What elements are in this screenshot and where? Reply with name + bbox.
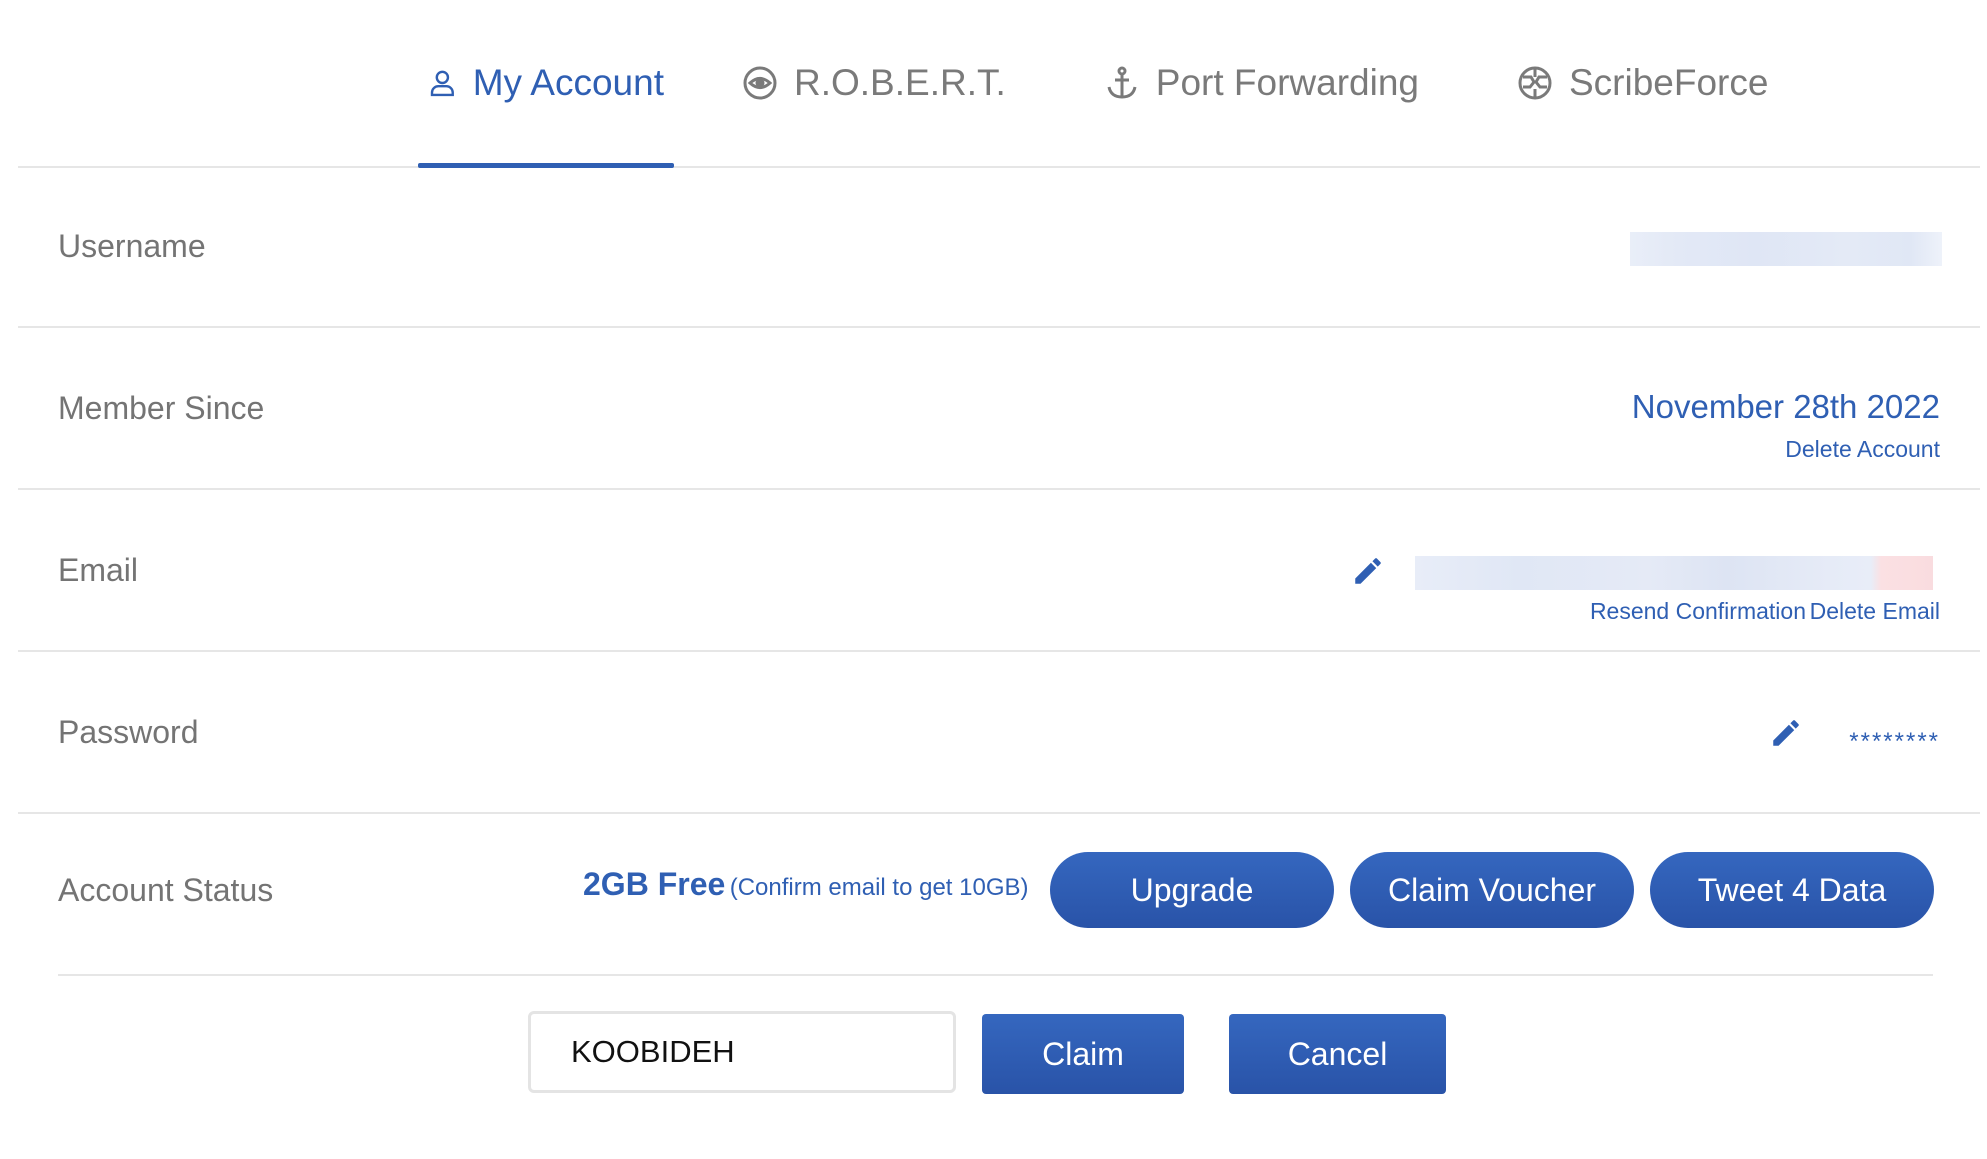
- plan-note: (Confirm email to get 10GB): [729, 874, 1029, 901]
- tab-scribeforce[interactable]: ScribeForce: [1507, 0, 1778, 166]
- account-status-row: Account Status 2GB Free (Confirm email t…: [18, 814, 1980, 974]
- username-row: Username: [18, 166, 1980, 328]
- tab-label: ScribeForce: [1568, 62, 1769, 103]
- username-value-redacted: [1630, 232, 1942, 266]
- delete-account-link[interactable]: Delete Account: [1785, 436, 1940, 463]
- password-row: Password ********: [18, 652, 1980, 814]
- username-label: Username: [58, 228, 206, 264]
- globe-icon: [1518, 66, 1552, 100]
- account-status-label: Account Status: [58, 872, 274, 908]
- tab-robert[interactable]: R.O.B.E.R.T.: [732, 0, 1016, 166]
- tab-bar: My Account R.O.B.E.R.T. Port Forwarding: [18, 0, 1980, 168]
- member-since-label: Member Since: [58, 390, 265, 426]
- email-value-redacted: [1415, 556, 1933, 590]
- password-label: Password: [58, 714, 199, 750]
- password-masked-value: ********: [1849, 728, 1940, 755]
- edit-password-pencil-icon[interactable]: [1769, 716, 1803, 750]
- tab-label: R.O.B.E.R.T.: [794, 62, 1006, 103]
- delete-email-link[interactable]: Delete Email: [1810, 598, 1940, 625]
- resend-confirmation-link[interactable]: Resend Confirmation: [1590, 598, 1806, 625]
- user-icon: [430, 70, 454, 97]
- tab-list: My Account R.O.B.E.R.T. Port Forwarding: [418, 0, 1778, 168]
- plan-info: 2GB Free (Confirm email to get 10GB): [583, 866, 1029, 903]
- upgrade-button[interactable]: Upgrade: [1050, 852, 1334, 928]
- email-row: Email Resend Confirmation Delete Email: [18, 490, 1980, 652]
- anchor-icon: [1107, 66, 1137, 99]
- cancel-button[interactable]: Cancel: [1229, 1014, 1446, 1094]
- claim-button[interactable]: Claim: [982, 1014, 1184, 1094]
- member-since-row: Member Since November 28th 2022 Delete A…: [18, 328, 1980, 490]
- email-label: Email: [58, 552, 139, 588]
- tab-port-forwarding[interactable]: Port Forwarding: [1094, 0, 1429, 166]
- tweet-4-data-button[interactable]: Tweet 4 Data: [1650, 852, 1934, 928]
- member-since-value: November 28th 2022: [1631, 388, 1940, 425]
- divider: [58, 974, 1933, 976]
- edit-email-pencil-icon[interactable]: [1351, 554, 1385, 588]
- voucher-code-input[interactable]: [528, 1011, 956, 1093]
- tab-label: My Account: [472, 62, 664, 103]
- tab-label: Port Forwarding: [1155, 62, 1419, 103]
- plan-name: 2GB Free: [583, 866, 726, 902]
- eye-icon: [743, 66, 777, 100]
- claim-voucher-button[interactable]: Claim Voucher: [1350, 852, 1634, 928]
- tab-my-account[interactable]: My Account: [418, 0, 674, 168]
